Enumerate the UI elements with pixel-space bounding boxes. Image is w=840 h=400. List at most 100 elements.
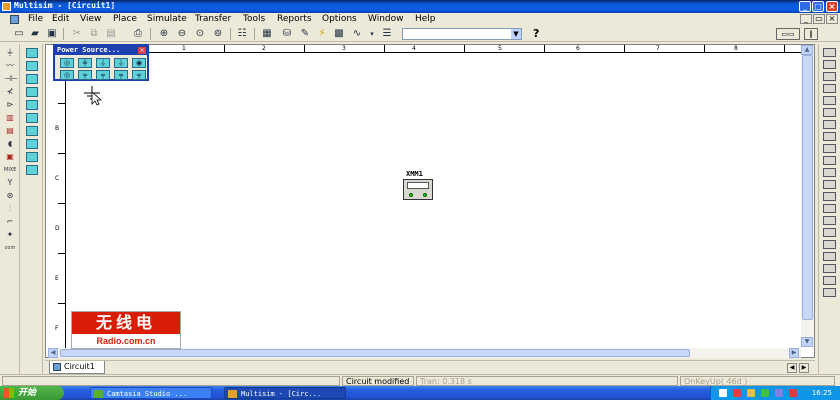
network-icon[interactable]	[719, 389, 727, 397]
menu-window[interactable]: Window	[368, 14, 404, 24]
menu-transfer[interactable]: Transfer	[195, 14, 231, 24]
zoom-fit-icon[interactable]: ⊚	[212, 28, 224, 40]
menu-simulate[interactable]: Simulate	[147, 14, 187, 24]
frequency-counter-icon[interactable]	[823, 120, 836, 129]
copy-icon[interactable]: ⧉	[88, 28, 100, 40]
logic-converter-icon[interactable]	[823, 156, 836, 165]
menu-reports[interactable]: Reports	[277, 14, 312, 24]
ladder-icon[interactable]: ⌐	[4, 217, 16, 227]
agilent-generator-icon[interactable]	[823, 216, 836, 225]
virtual-3d-icon[interactable]	[26, 152, 38, 162]
scroll-up-button[interactable]: ▲	[801, 45, 813, 55]
zoom-in-icon[interactable]: ⊕	[158, 28, 170, 40]
tektronix-scope-icon[interactable]	[823, 252, 836, 261]
taskbar-item-multisim[interactable]: Multisim - [Circ...	[224, 387, 346, 399]
vee-icon[interactable]: ╤	[96, 70, 110, 80]
analog-opamp-icon[interactable]: ⊳	[4, 100, 16, 110]
multimeter-negative-terminal[interactable]	[423, 193, 427, 197]
analysis-dropdown-icon[interactable]: ▾	[366, 28, 378, 40]
wattmeter-icon[interactable]	[823, 72, 836, 81]
electromechanical-icon[interactable]: ⫶	[4, 204, 16, 214]
place-hierarchical-block-icon[interactable]: ✦	[4, 230, 16, 240]
digital-ground-icon[interactable]: ⏚	[114, 58, 128, 68]
taskbar-item-camtasia[interactable]: Camtasia Studio ...	[90, 387, 212, 399]
scroll-right-button[interactable]: ▶	[789, 348, 799, 358]
virtual-rated-icon[interactable]	[26, 139, 38, 149]
virtual-measurement-icon[interactable]	[26, 165, 38, 175]
tab-prev-button[interactable]: ◀	[787, 363, 797, 373]
three-phase-icon[interactable]: ◉	[132, 58, 146, 68]
agilent-scope-icon[interactable]	[823, 240, 836, 249]
source-icon[interactable]: ⏚	[4, 48, 16, 58]
multimeter-positive-terminal[interactable]	[409, 193, 413, 197]
help-button[interactable]: ?	[533, 28, 539, 40]
mdi-restore-button[interactable]: ▭	[813, 14, 825, 24]
spectrum-analyzer-icon[interactable]	[823, 192, 836, 201]
indicator-icon[interactable]: MIXE	[4, 165, 16, 175]
grapher-icon[interactable]: ▩	[333, 28, 345, 40]
database-icon[interactable]: ⛁	[281, 28, 293, 40]
open-icon[interactable]: ▰	[29, 28, 41, 40]
simulate-switch-icon[interactable]: ▭▭	[776, 28, 800, 40]
vertical-scrollbar[interactable]: ▲ ▼	[801, 45, 814, 347]
agilent-multimeter-icon[interactable]	[823, 228, 836, 237]
labview-instrument-icon[interactable]	[823, 276, 836, 285]
mdi-close-button[interactable]: ×	[826, 14, 838, 24]
start-button[interactable]: 开始	[0, 386, 64, 400]
security-icon[interactable]	[733, 389, 741, 397]
volume-icon[interactable]	[747, 389, 755, 397]
iv-analyzer-icon[interactable]	[823, 168, 836, 177]
vdd-icon[interactable]: ╤	[78, 70, 92, 80]
ac-power-icon[interactable]: ◎	[60, 58, 74, 68]
multimeter-icon[interactable]	[403, 179, 433, 200]
multisim-app-icon[interactable]	[2, 2, 11, 11]
print-icon[interactable]: ⎙	[132, 28, 144, 40]
place-bus-icon[interactable]: com	[4, 243, 16, 253]
analysis-icon[interactable]: ∿	[351, 28, 363, 40]
dc-power-icon[interactable]: ╪	[78, 58, 92, 68]
virtual-power-icon[interactable]	[26, 48, 38, 58]
bode-plotter-icon[interactable]	[823, 108, 836, 117]
pause-icon[interactable]: ‖	[804, 28, 818, 40]
virtual-basic-icon[interactable]	[26, 74, 38, 84]
tab-next-button[interactable]: ▶	[799, 363, 809, 373]
virtual-analog-icon[interactable]	[26, 113, 38, 123]
distortion-analyzer-icon[interactable]	[823, 180, 836, 189]
in-use-list-icon[interactable]: ☰	[381, 28, 393, 40]
menu-options[interactable]: Options	[322, 14, 357, 24]
hierarchy-icon[interactable]: ☷	[236, 28, 248, 40]
maximize-button[interactable]: □	[812, 1, 824, 12]
menu-file[interactable]: File	[28, 14, 43, 24]
menu-edit[interactable]: Edit	[52, 14, 69, 24]
menu-view[interactable]: View	[80, 14, 101, 24]
cmos-icon[interactable]: ▤	[4, 126, 16, 136]
multimeter-tool-icon[interactable]	[823, 48, 836, 57]
minimize-button[interactable]: _	[799, 1, 811, 12]
battery-icon[interactable]: ╤	[132, 70, 146, 80]
vcc-icon[interactable]: ◎	[60, 70, 74, 80]
palette-close-button[interactable]: ×	[138, 47, 146, 54]
postprocessor-icon[interactable]: ⚡	[316, 28, 328, 40]
virtual-transistor-icon[interactable]	[26, 100, 38, 110]
function-generator-icon[interactable]	[823, 60, 836, 69]
spreadsheet-icon[interactable]: ▦	[261, 28, 273, 40]
new-icon[interactable]: ▭	[13, 28, 25, 40]
measurement-probe-icon[interactable]	[823, 264, 836, 273]
vss-icon[interactable]: ╤	[114, 70, 128, 80]
network-analyzer-icon[interactable]	[823, 204, 836, 213]
close-button[interactable]: ×	[826, 1, 838, 12]
power-source-palette[interactable]: Power Source... × ◎ ╪ ⏚ ⏚ ◉ ◎ ╤ ╤ ╤ ╤	[53, 44, 149, 81]
horizontal-scrollbar[interactable]: ◀ ▶	[48, 348, 801, 358]
logic-analyzer-icon[interactable]	[823, 144, 836, 153]
menu-help[interactable]: Help	[415, 14, 436, 24]
rf-icon[interactable]: ⊛	[4, 191, 16, 201]
misc-icon[interactable]: Y	[4, 178, 16, 188]
ime-icon[interactable]	[775, 389, 783, 397]
chevron-down-icon[interactable]: ▼	[511, 29, 521, 39]
basic-resistor-icon[interactable]: 〰	[4, 61, 16, 71]
transistor-icon[interactable]: ⊀	[4, 87, 16, 97]
misc-digital-icon[interactable]: ◖	[4, 139, 16, 149]
tab-circuit1[interactable]: Circuit1	[49, 361, 105, 374]
four-channel-scope-icon[interactable]	[823, 96, 836, 105]
cut-icon[interactable]: ✂	[71, 28, 83, 40]
